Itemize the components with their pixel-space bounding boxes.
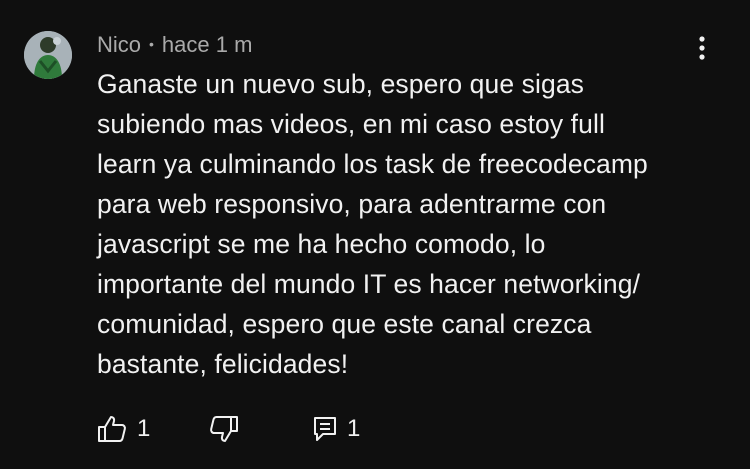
reply-count: 1: [347, 415, 361, 442]
comment-text-line: importante del mundo IT es hacer network…: [97, 269, 641, 299]
avatar-image: [24, 31, 72, 79]
comment-time[interactable]: hace 1 m: [162, 32, 253, 57]
thumbs-down-icon: [209, 415, 239, 443]
thumbs-up-icon: [97, 415, 127, 443]
comment-text-line: comunidad, espero que este canal crezca: [97, 309, 592, 339]
dislike-button[interactable]: [209, 413, 239, 445]
more-options-button[interactable]: [690, 32, 714, 64]
avatar[interactable]: [24, 31, 72, 79]
like-count: 1: [137, 415, 151, 442]
comment-card: Nico • hace 1 m Ganaste un nuevo sub, espe…: [0, 0, 750, 469]
author-name[interactable]: Nico: [97, 32, 141, 57]
reply-button[interactable]: 1: [313, 413, 360, 445]
comment-reply-icon: [313, 415, 337, 443]
comment-text-line: bastante, felicidades!: [97, 349, 349, 379]
comment-text-line: javascript se me ha hecho comodo, lo: [97, 229, 546, 259]
comment-actions: 1 1: [97, 413, 397, 445]
like-button[interactable]: 1: [97, 413, 150, 445]
comment-text-line: Ganaste un nuevo sub, espero que sigas: [97, 69, 585, 99]
comment-text-line: para web responsivo, para adentrarme con: [97, 189, 607, 219]
comment-text-line: subiendo mas videos, en mi caso estoy fu…: [97, 109, 605, 139]
comment-text-line: learn ya culminando los task de freecode…: [97, 149, 648, 179]
comment-text: Ganaste un nuevo sub, espero que sigas s…: [97, 64, 727, 384]
comment-meta: Nico • hace 1 m: [97, 32, 252, 59]
more-vertical-icon: [699, 36, 705, 60]
meta-separator: •: [149, 36, 154, 53]
